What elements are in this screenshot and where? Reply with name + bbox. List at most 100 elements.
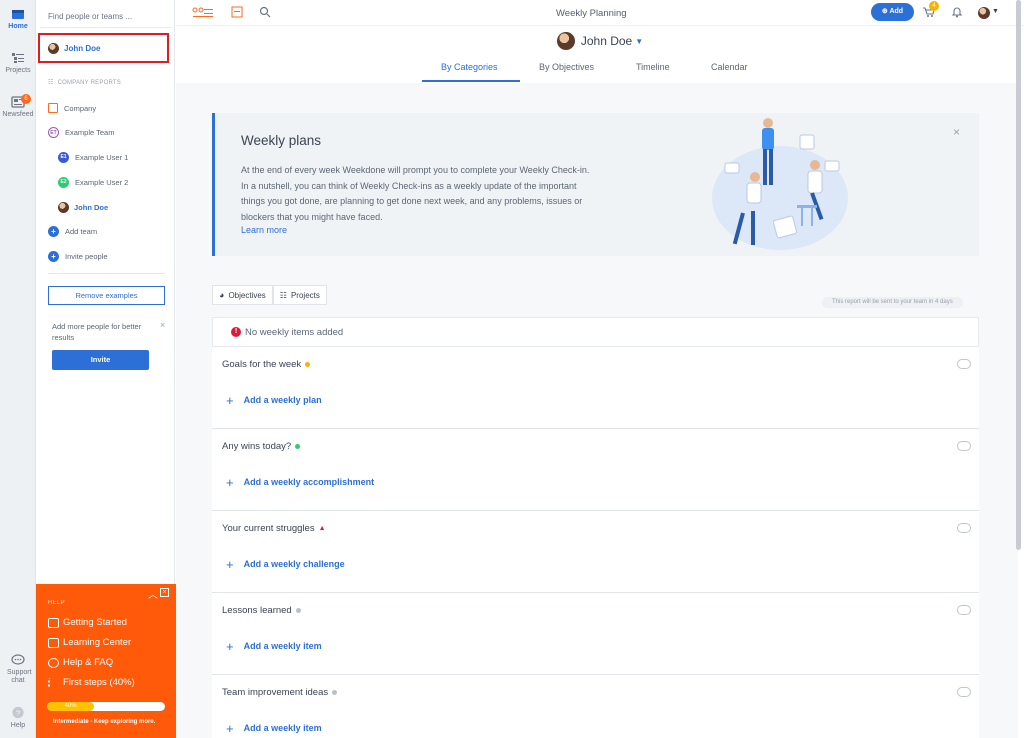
help-item-label: Help & FAQ xyxy=(63,657,114,668)
close-icon[interactable]: × xyxy=(953,125,960,139)
question-icon: ? xyxy=(12,706,24,719)
rail-newsfeed[interactable]: Newsfeed 6 xyxy=(0,94,36,118)
level-text: Intermediate - Keep exploring more. xyxy=(53,719,156,725)
close-icon[interactable]: × xyxy=(160,320,165,330)
people-search-input[interactable]: Find people or teams ... xyxy=(40,6,171,28)
add-weekly-plan-button[interactable]: + Add a weekly plan xyxy=(226,392,322,408)
progress-fill: 40% xyxy=(47,702,95,711)
no-items-notice: ! No weekly items added xyxy=(212,317,979,347)
dot-icon xyxy=(332,690,338,695)
company-label: Company xyxy=(64,103,97,113)
sidebar-item-team[interactable]: ET Example Team 3 xyxy=(48,125,195,139)
checklist-icon xyxy=(48,677,59,688)
rail-home[interactable]: Home xyxy=(0,8,36,30)
user-selector[interactable]: John Doe ▼ xyxy=(176,32,1024,50)
dot-icon xyxy=(295,444,301,449)
add-weekly-item-button[interactable]: + Add a weekly item xyxy=(226,720,322,736)
chevron-down-icon[interactable]: ▼ xyxy=(992,8,999,15)
section-goals: Goals for the week + Add a weekly plan xyxy=(212,347,979,429)
sidebar-item-user-1[interactable]: E1 Example User 1 xyxy=(58,150,128,164)
avatar xyxy=(48,42,59,54)
section-title-text: Goals for the week xyxy=(222,359,302,370)
add-team-button[interactable]: + Add team xyxy=(48,224,97,238)
add-weekly-challenge-button[interactable]: + Add a weekly challenge xyxy=(226,556,345,572)
section-title: Any wins today? xyxy=(222,441,301,452)
add-weekly-accomplishment-button[interactable]: + Add a weekly accomplishment xyxy=(226,474,375,490)
add-label: Add a weekly plan xyxy=(243,395,322,405)
view-subtabs: ◕ Objectives ☷ Projects xyxy=(212,285,327,305)
triangle-icon: ▲ xyxy=(318,525,326,532)
section-title-text: Team improvement ideas xyxy=(222,687,329,698)
rail-projects[interactable]: Projects xyxy=(0,52,36,74)
cloud-upload-icon[interactable] xyxy=(957,523,971,533)
invite-people-label: Invite people xyxy=(65,251,108,261)
add-weekly-item-button[interactable]: + Add a weekly item xyxy=(226,638,322,654)
help-item-faq[interactable]: Help & FAQ xyxy=(48,657,113,668)
list-icon: ☷ xyxy=(48,80,54,86)
add-label: Add a weekly item xyxy=(243,641,322,651)
subtab-objectives[interactable]: ◕ Objectives xyxy=(212,285,273,305)
sidebar-item-user-2[interactable]: E2 Example User 2 xyxy=(58,175,128,189)
progress-bar: 40% xyxy=(47,702,165,711)
add-more-text: Add more people for better results xyxy=(52,322,142,342)
tab-by-categories[interactable]: By Categories xyxy=(441,62,498,72)
sidebar-item-user-3[interactable]: John Doe xyxy=(58,200,108,214)
top-bar: Weekly Planning ⊕ Add 4 ▼ xyxy=(176,0,1024,26)
plus-icon: + xyxy=(226,638,234,654)
help-item-label: Getting Started xyxy=(63,617,127,628)
scrollbar-thumb[interactable] xyxy=(1016,0,1021,550)
subtab-projects[interactable]: ☷ Projects xyxy=(272,285,327,305)
user-label: John Doe xyxy=(74,202,109,212)
sidebar-item-company[interactable]: Company xyxy=(48,101,96,115)
tab-timeline[interactable]: Timeline xyxy=(636,62,670,72)
avatar xyxy=(556,32,575,50)
section-label-text: COMPANY REPORTS xyxy=(57,80,121,86)
add-label: Add a weekly accomplishment xyxy=(243,477,375,487)
close-icon[interactable]: × xyxy=(160,588,169,597)
help-item-first-steps[interactable]: First steps (40%) xyxy=(48,677,135,688)
current-user-item[interactable]: John Doe xyxy=(38,33,169,63)
bell-icon[interactable] xyxy=(951,6,963,18)
learn-more-link[interactable]: Learn more xyxy=(241,225,287,235)
rail-help[interactable]: ? Help xyxy=(0,706,36,729)
search-icon[interactable] xyxy=(259,6,271,18)
cart-badge: 4 xyxy=(929,1,939,11)
add-button[interactable]: ⊕ Add xyxy=(871,3,914,21)
help-item-learning-center[interactable]: Learning Center xyxy=(48,637,131,648)
left-rail: Home Projects Newsfeed 6 Support chat ? … xyxy=(0,0,36,738)
tab-calendar[interactable]: Calendar xyxy=(711,62,748,72)
section-title: Goals for the week xyxy=(222,359,311,370)
scrollbar-track[interactable] xyxy=(1016,0,1024,738)
team-illustration xyxy=(712,118,848,250)
avatar xyxy=(58,201,69,213)
rail-newsfeed-label: Newsfeed xyxy=(2,111,34,118)
add-label: Add a weekly challenge xyxy=(243,559,345,569)
plus-icon: + xyxy=(226,474,234,490)
avatar[interactable] xyxy=(978,7,990,19)
collapse-icon[interactable]: ︿ xyxy=(148,586,158,601)
weekly-plans-banner: Weekly plans At the end of every week We… xyxy=(212,113,979,256)
chat-icon xyxy=(11,654,25,665)
plus-icon: + xyxy=(226,556,234,572)
tab-by-objectives[interactable]: By Objectives xyxy=(539,62,594,72)
rail-support[interactable]: Support chat xyxy=(0,654,36,685)
cloud-upload-icon[interactable] xyxy=(957,687,971,697)
help-item-getting-started[interactable]: Getting Started xyxy=(48,617,127,628)
invite-button[interactable]: Invite xyxy=(52,350,149,370)
people-filter-icon[interactable] xyxy=(192,7,214,19)
monitor-icon xyxy=(48,637,59,648)
report-note: This report will be sent to your team in… xyxy=(822,297,963,308)
user-label: Example User 2 xyxy=(75,177,129,187)
cloud-upload-icon[interactable] xyxy=(957,605,971,615)
plus-icon: + xyxy=(226,392,234,408)
plus-icon: + xyxy=(226,720,234,736)
report-icon[interactable] xyxy=(231,6,243,18)
cloud-upload-icon[interactable] xyxy=(957,359,971,369)
subtab-label: Projects xyxy=(290,290,320,300)
add-label: Add xyxy=(889,8,904,15)
add-team-label: Add team xyxy=(65,226,98,236)
invite-people-button[interactable]: + Invite people xyxy=(48,249,108,263)
caret-down-icon: ▼ xyxy=(635,36,644,46)
remove-examples-button[interactable]: Remove examples xyxy=(48,286,165,305)
cloud-upload-icon[interactable] xyxy=(957,441,971,451)
